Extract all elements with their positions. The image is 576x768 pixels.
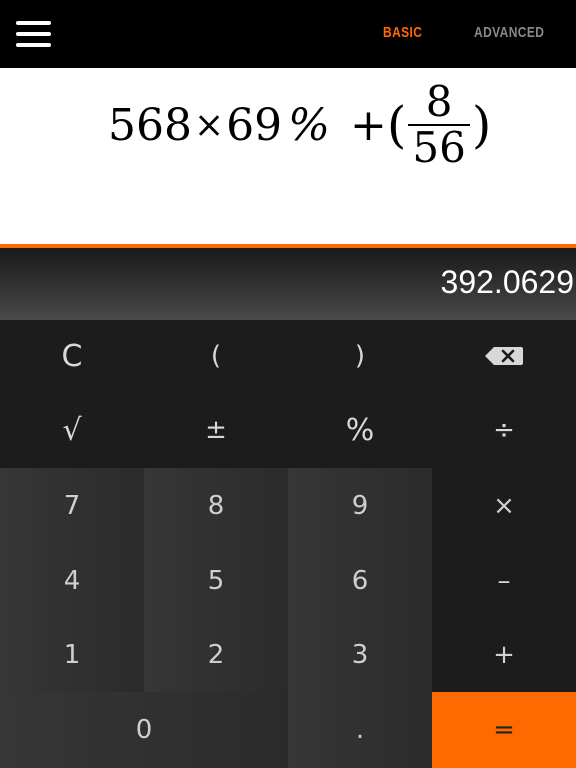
digit-5-button[interactable]: 5 [144,544,288,618]
tab-basic[interactable]: BASIC [383,24,422,41]
equals-button[interactable]: = [432,692,576,768]
backspace-button[interactable] [432,320,576,392]
plus-minus-button[interactable]: ± [144,392,288,468]
multiply-button[interactable]: × [432,468,576,544]
menu-icon[interactable] [16,21,51,47]
result-value: 392.0629 [440,264,574,300]
expression-close-paren: ) [471,96,492,154]
divide-button[interactable]: ÷ [432,392,576,468]
expression-open-paren: ( [386,96,407,154]
fraction-numerator: 8 [425,77,453,126]
minus-button[interactable]: – [432,544,576,618]
expression-operand: 69 [226,99,283,151]
digit-8-button[interactable]: 8 [144,468,288,544]
percent-button[interactable]: % [288,392,432,468]
tab-advanced[interactable]: ADVANCED [474,24,544,41]
open-paren-button[interactable]: ( [144,320,288,392]
expression-percent: % [288,99,330,151]
expression-display: 568 × 69 % + ( 8 56 ) [0,68,576,244]
expression-plus: + [349,99,387,151]
expression: 568 × 69 % + ( 8 56 ) [108,70,491,180]
digit-7-button[interactable]: 7 [0,468,144,544]
close-paren-button[interactable]: ) [288,320,432,392]
digit-3-button[interactable]: 3 [288,618,432,692]
fraction-denominator: 56 [412,123,466,172]
result-bar: 392.0629 [0,248,576,320]
plus-button[interactable]: + [432,618,576,692]
backspace-icon [485,347,523,365]
decimal-button[interactable]: . [288,692,432,768]
menu-icon-line [16,21,51,25]
sqrt-button[interactable]: √ [0,392,144,468]
expression-times: × [193,104,225,146]
digit-6-button[interactable]: 6 [288,544,432,618]
keypad: C ( ) √ ± % ÷ 7 8 9 × 4 5 6 – 1 2 3 + 0 … [0,320,576,768]
digit-2-button[interactable]: 2 [144,618,288,692]
menu-icon-line [16,43,51,47]
digit-0-button[interactable]: 0 [0,692,288,768]
digit-4-button[interactable]: 4 [0,544,144,618]
digit-9-button[interactable]: 9 [288,468,432,544]
digit-1-button[interactable]: 1 [0,618,144,692]
menu-icon-line [16,32,51,36]
expression-fraction: 8 56 [408,77,470,172]
expression-operand: 568 [108,99,192,151]
top-bar: BASIC ADVANCED [0,0,576,68]
clear-button[interactable]: C [0,320,144,392]
